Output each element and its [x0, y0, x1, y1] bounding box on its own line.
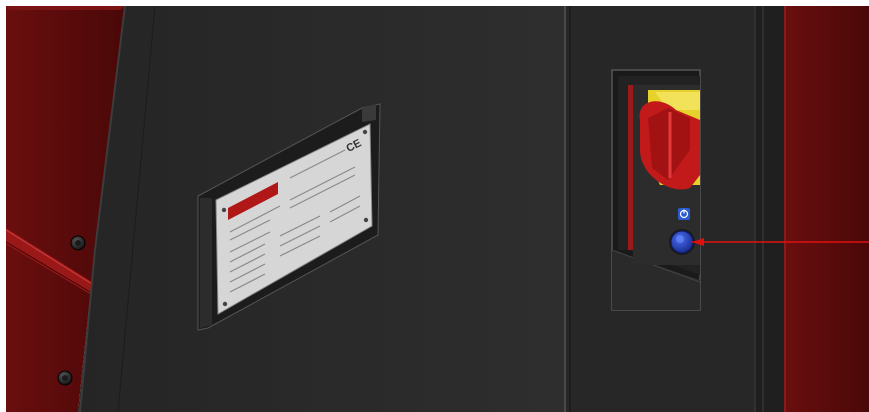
push-button-icon: [669, 229, 695, 255]
power-icon: [678, 208, 690, 220]
bolt-lower: [57, 370, 73, 386]
machine-drawing: CE: [0, 0, 869, 412]
right-red-panel: [784, 6, 869, 412]
reset-button[interactable]: [669, 229, 695, 255]
bolt-upper: [70, 235, 86, 251]
machine-illustration: CE: [0, 0, 869, 412]
